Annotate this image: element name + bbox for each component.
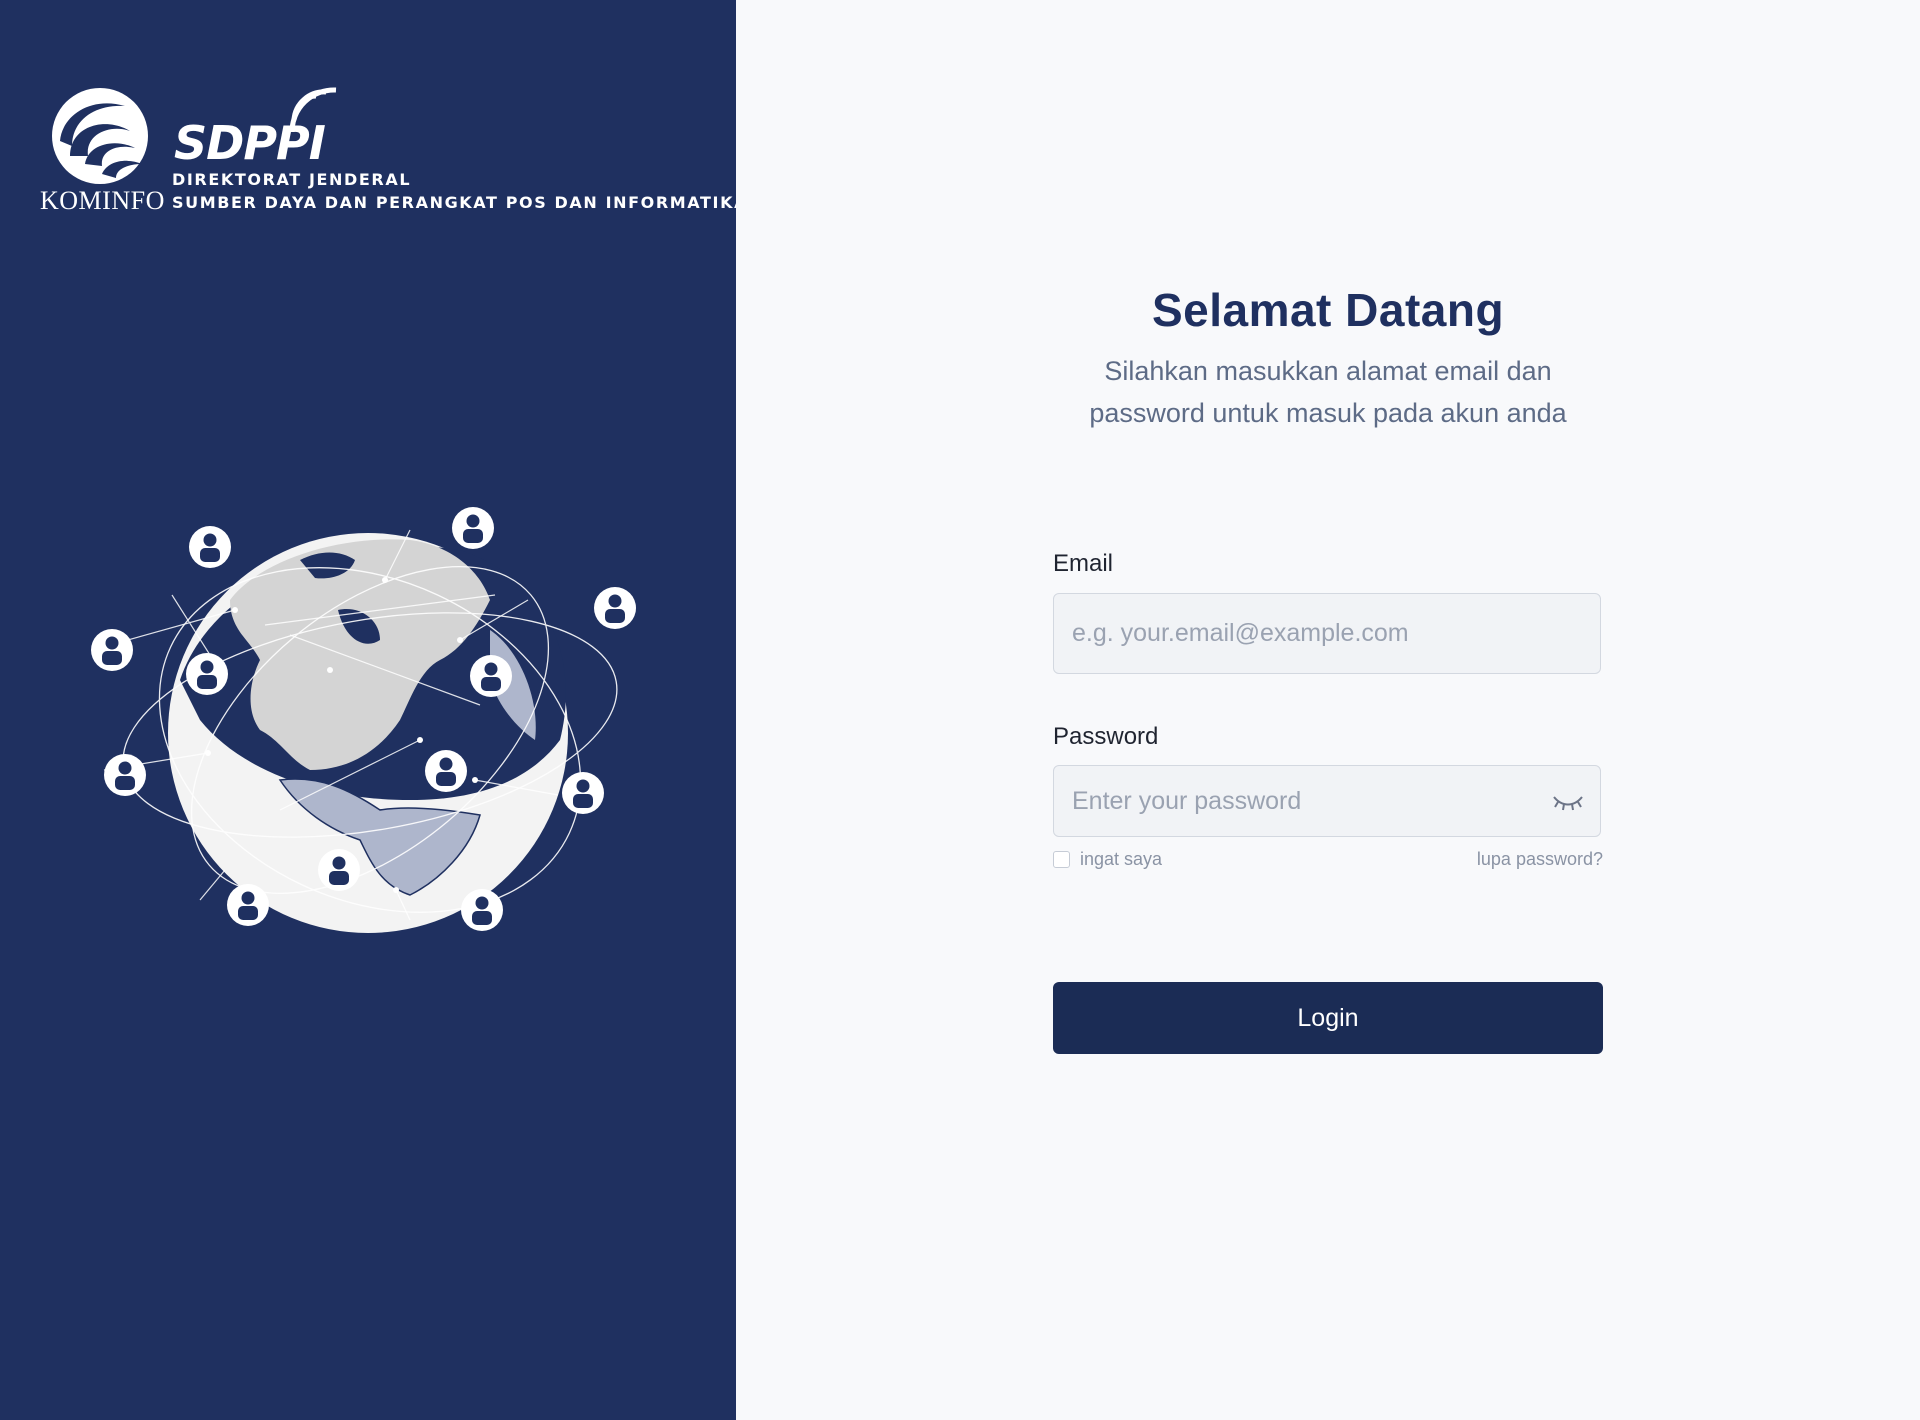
password-field[interactable] [1054,766,1600,836]
email-field-box [1053,593,1601,674]
eye-closed-icon[interactable] [1552,791,1584,813]
subtitle-line-1: Silahkan masukkan alamat email dan [1104,356,1552,386]
brand-header: KOMINFO SDPPI DIREKTORAT JENDERAL SUMBER… [40,86,746,216]
user-icon [452,507,494,549]
login-form: Selamat Datang Silahkan masukkan alamat … [1053,280,1603,1054]
password-label: Password [1053,723,1159,750]
page-subtitle: Silahkan masukkan alamat email dan passw… [1053,350,1603,434]
email-label: Email [1053,550,1114,577]
password-field-box [1053,765,1601,837]
login-panel: Selamat Datang Silahkan masukkan alamat … [736,0,1920,1420]
user-icon [594,587,636,629]
user-icon [461,889,503,931]
globe-network-illustration [91,507,636,933]
kominfo-wordmark: KOMINFO [40,186,165,215]
email-field[interactable] [1054,594,1600,673]
login-page: KOMINFO SDPPI DIREKTORAT JENDERAL SUMBER… [0,0,1920,1420]
remember-me[interactable]: ingat saya [1053,849,1162,870]
forgot-password-link[interactable]: lupa password? [1477,849,1603,870]
brand-subtitle-1: DIREKTORAT JENDERAL [172,170,412,189]
user-icon [91,629,133,671]
user-icon [186,653,228,695]
login-button[interactable]: Login [1053,982,1603,1054]
user-icon [318,849,360,891]
user-icon [470,655,512,697]
sdppi-wordmark: SDPPI [174,116,326,170]
page-title: Selamat Datang [1151,284,1505,336]
user-icon [562,772,604,814]
brand-panel: KOMINFO SDPPI DIREKTORAT JENDERAL SUMBER… [0,0,746,1420]
remember-checkbox[interactable] [1053,851,1070,868]
subtitle-line-2: password untuk masuk pada akun anda [1089,398,1567,428]
user-icon [189,526,231,568]
user-icon [227,884,269,926]
user-icon [425,750,467,792]
user-icon [104,754,146,796]
kominfo-emblem-icon [52,88,148,184]
brand-subtitle-2: SUMBER DAYA DAN PERANGKAT POS DAN INFORM… [172,193,749,212]
remember-label: ingat saya [1080,849,1163,869]
